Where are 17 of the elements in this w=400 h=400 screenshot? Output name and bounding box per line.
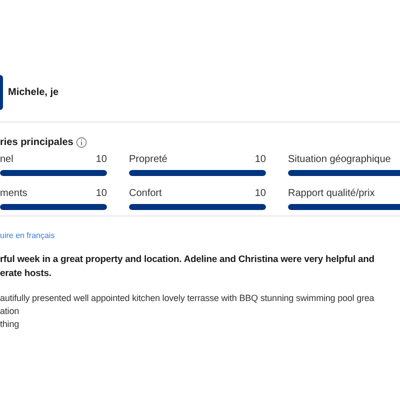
category-label: Confort xyxy=(129,186,162,200)
section-title: ries principales xyxy=(0,136,74,150)
category-label: ments xyxy=(0,186,28,200)
category-label: nel xyxy=(0,152,14,166)
avatar xyxy=(0,75,3,110)
category-score: 10 xyxy=(96,152,107,166)
review-title: rful week in a great property and location. Adeline and Christina were very helpful and erate hosts. xyxy=(0,252,376,280)
category-score: 10 xyxy=(254,186,266,200)
category-score: 10 xyxy=(96,186,107,200)
info-icon[interactable] xyxy=(76,136,88,148)
translate-link[interactable]: uire en français xyxy=(0,230,55,242)
category-score: 10 xyxy=(254,152,266,166)
review-text: autifully presented well appointed kitchen lovely terrasse with BBQ stunning swimming pool grea ation thing xyxy=(0,292,376,331)
reviewer-name: Michele, je xyxy=(8,86,59,100)
category-label: Situation géographique xyxy=(288,152,391,166)
category-label: Rapport qualité/prix xyxy=(288,186,375,200)
category-label: Propreté xyxy=(129,152,168,166)
